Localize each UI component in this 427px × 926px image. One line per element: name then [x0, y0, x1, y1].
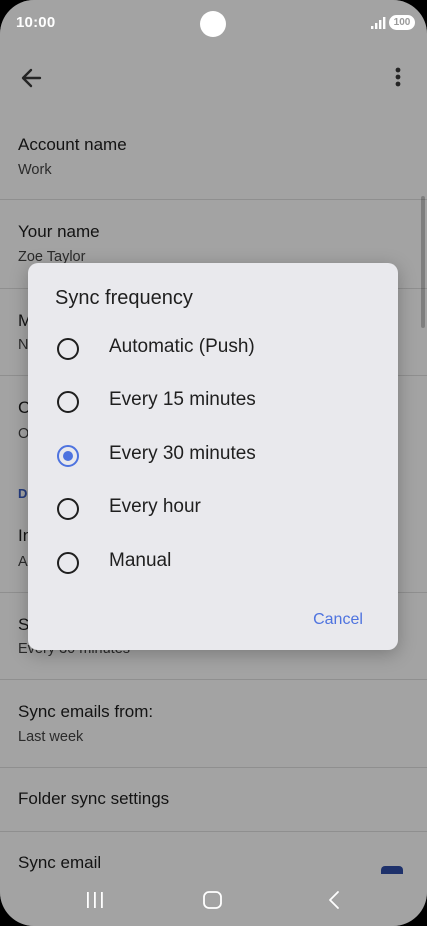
home-icon: [203, 891, 222, 909]
radio-button[interactable]: [57, 391, 79, 413]
back-nav-button[interactable]: [325, 889, 343, 911]
radio-button[interactable]: [57, 552, 79, 574]
radio-button[interactable]: [57, 338, 79, 360]
radio-button-selected[interactable]: [57, 445, 79, 467]
option-automatic-push[interactable]: Automatic (Push): [28, 324, 398, 374]
status-bar: 10:00 100: [0, 0, 427, 48]
option-label: Every 30 minutes: [109, 443, 256, 464]
recent-apps-button[interactable]: [83, 891, 107, 909]
battery-indicator: 100: [389, 15, 415, 30]
option-label: Every 15 minutes: [109, 389, 256, 410]
chevron-left-icon: [329, 891, 339, 909]
sync-frequency-dialog: Sync frequency Automatic (Push) Every 15…: [28, 263, 398, 650]
radio-button[interactable]: [57, 498, 79, 520]
phone-screen: Account name Work Your name Zoe Taylor M…: [0, 0, 427, 926]
option-every-hour[interactable]: Every hour: [28, 484, 398, 534]
camera-cutout: [200, 11, 226, 37]
navigation-bar: [0, 874, 427, 926]
option-every-30-minutes[interactable]: Every 30 minutes: [28, 431, 398, 481]
option-every-15-minutes[interactable]: Every 15 minutes: [28, 377, 398, 427]
dialog-title: Sync frequency: [55, 287, 193, 309]
home-button[interactable]: [202, 890, 224, 910]
option-label: Automatic (Push): [109, 336, 255, 357]
recent-apps-icon: [87, 892, 103, 908]
option-label: Manual: [109, 550, 172, 571]
signal-icon: [371, 17, 386, 29]
scrollbar[interactable]: [421, 196, 425, 328]
cancel-button[interactable]: Cancel: [300, 605, 376, 635]
option-manual[interactable]: Manual: [28, 538, 398, 588]
option-label: Every hour: [109, 496, 201, 517]
status-time: 10:00: [16, 14, 56, 31]
